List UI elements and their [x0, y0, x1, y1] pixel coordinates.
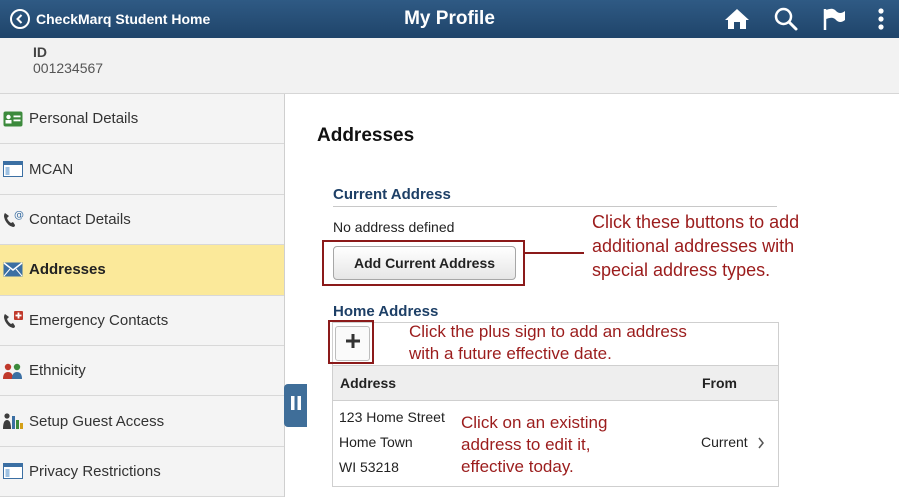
window-icon [2, 460, 24, 482]
header-bar: CheckMarq Student Home My Profile [0, 0, 899, 38]
sidebar-item-label: Contact Details [29, 210, 131, 228]
annotation-add-buttons: Click these buttons to add additional ad… [592, 210, 799, 282]
section-heading: Addresses [317, 125, 415, 146]
address-table-header: Address From [333, 365, 778, 401]
sidebar-item-mcan[interactable]: MCAN [0, 144, 284, 195]
sidebar-item-label: Ethnicity [29, 362, 86, 380]
sidebar-item-addresses[interactable]: Addresses [0, 245, 284, 296]
id-value: 001234567 [33, 60, 104, 76]
annotation-line: additional addresses with [592, 236, 795, 256]
sidebar-item-personal-details[interactable]: Personal Details [0, 94, 284, 145]
no-address-text: No address defined [333, 219, 455, 235]
sidebar-item-label: MCAN [29, 160, 74, 178]
sidebar-item-label: Addresses [29, 261, 106, 279]
plus-icon [345, 333, 361, 354]
annotation-line: Click on an existing [461, 413, 608, 432]
sidebar-item-emergency-contacts[interactable]: Emergency Contacts [0, 296, 284, 346]
annotation-plus-sign: Click the plus sign to add an address wi… [409, 321, 687, 365]
sidebar-item-privacy-restrictions[interactable]: Privacy Restrictions [0, 447, 284, 497]
sidebar-item-label: Privacy Restrictions [29, 462, 161, 480]
address-line: WI 53218 [339, 459, 399, 475]
people-icon [2, 360, 24, 382]
annotation-connector [525, 252, 584, 254]
more-vertical-icon[interactable] [867, 5, 895, 33]
current-address-title: Current Address [333, 186, 451, 203]
annotation-line: address to edit it, [461, 435, 591, 454]
add-address-button[interactable] [335, 326, 370, 361]
column-header-from: From [702, 375, 737, 391]
id-card-icon [2, 108, 24, 130]
annotation-line: special address types. [592, 260, 771, 280]
back-button-label: CheckMarq Student Home [36, 11, 211, 27]
sidebar-item-contact-details[interactable]: @ Contact Details [0, 195, 284, 246]
annotation-line: with a future effective date. [409, 344, 612, 363]
sidebar-item-label: Setup Guest Access [29, 412, 165, 430]
address-line: Home Town [339, 434, 413, 450]
phone-at-icon: @ [2, 208, 24, 230]
address-line: 123 Home Street [339, 409, 445, 425]
add-current-address-button[interactable]: Add Current Address [333, 246, 516, 280]
id-section: ID 001234567 [0, 38, 899, 94]
svg-text:@: @ [14, 210, 24, 221]
flag-icon[interactable] [820, 5, 848, 33]
sidebar-item-ethnicity[interactable]: Ethnicity [0, 346, 284, 397]
search-icon[interactable] [772, 5, 800, 33]
annotation-existing-address: Click on an existing address to edit it,… [461, 412, 607, 478]
id-label: ID [33, 44, 47, 60]
divider [333, 206, 777, 207]
annotation-line: Click the plus sign to add an address [409, 322, 687, 341]
chevron-left-icon [10, 9, 30, 29]
phone-cross-icon [2, 309, 24, 331]
sidebar-item-label: Emergency Contacts [29, 311, 169, 329]
back-button[interactable]: CheckMarq Student Home [10, 9, 210, 29]
row-from-value: Current [701, 434, 748, 450]
home-icon[interactable] [723, 5, 751, 33]
sidebar-item-setup-guest-access[interactable]: Setup Guest Access [0, 396, 284, 447]
collapse-sidebar-button[interactable] [284, 384, 307, 427]
sidebar-item-label: Personal Details [29, 110, 139, 128]
annotation-line: effective today. [461, 457, 574, 476]
window-icon [2, 158, 24, 180]
guest-access-icon [2, 410, 24, 432]
envelope-icon [2, 259, 24, 281]
chevron-right-icon [757, 436, 765, 454]
annotation-line: Click these buttons to add [592, 212, 800, 232]
column-header-address: Address [340, 375, 397, 391]
home-address-title: Home Address [333, 303, 439, 320]
pause-icon [290, 395, 302, 416]
sidebar: Personal Details MCAN @ Contact Details … [0, 94, 285, 497]
